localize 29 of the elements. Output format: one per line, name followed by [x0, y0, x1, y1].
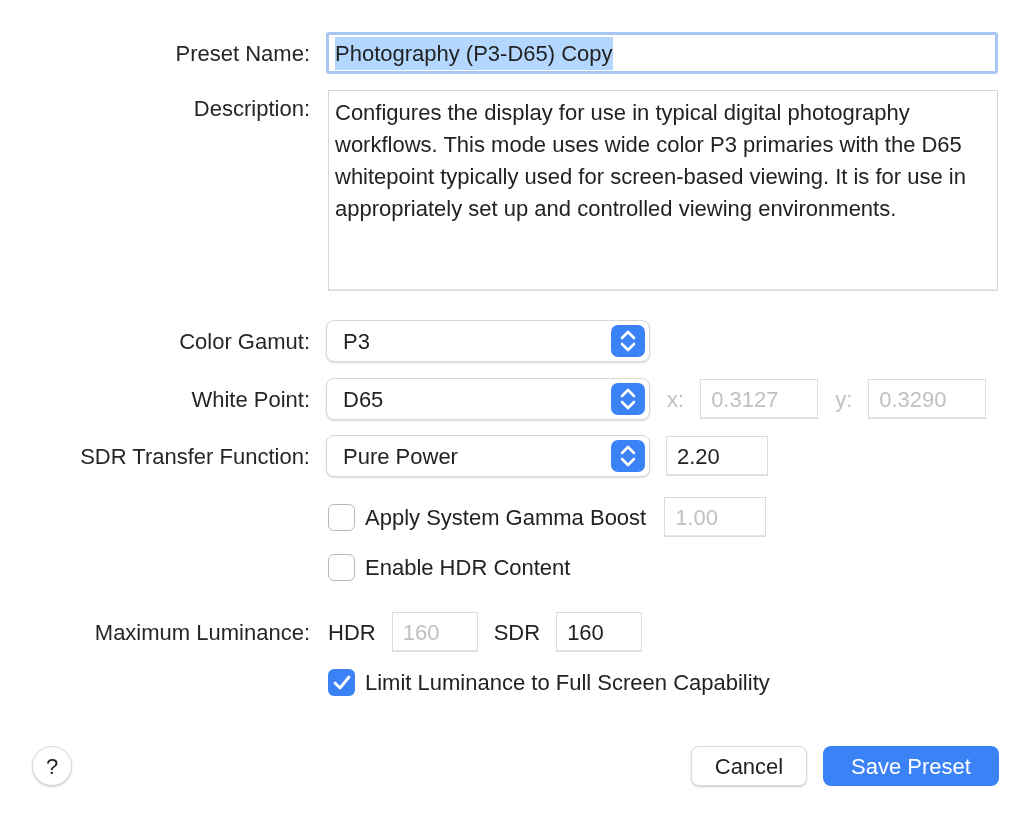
checkbox-label: Enable HDR Content — [365, 554, 571, 582]
field-label: Color Gamut: — [179, 327, 310, 356]
help-button[interactable]: ? — [32, 746, 72, 786]
checkbox[interactable] — [328, 554, 355, 581]
cancel-button[interactable]: Cancel — [691, 746, 807, 786]
field-label: SDR Transfer Function: — [80, 442, 310, 471]
stepper-icon — [611, 325, 645, 357]
coordinate-label: x: — [667, 385, 685, 414]
popup-menu[interactable]: Pure Power — [326, 435, 650, 477]
popup-menu[interactable]: P3 — [326, 320, 650, 362]
description-textarea[interactable]: Configures the display for use in typical digital photography workflows. This mode uses wide color P3 primaries with the D65 whitepoint typically used for screen-based viewing. It is for use in appropriately set up and controlled viewing environments. — [328, 90, 998, 291]
input-field[interactable]: 2.20 — [666, 436, 768, 476]
input-field[interactable]: Photography (P3-D65) Copy — [326, 32, 998, 74]
input-field[interactable]: 160 — [556, 612, 643, 652]
field-label: SDR — [493, 618, 541, 647]
checkbox[interactable] — [328, 669, 355, 696]
checkbox-label: Apply System Gamma Boost — [365, 503, 647, 532]
field-label: HDR — [328, 618, 376, 647]
coordinate-label: y: — [835, 385, 853, 414]
field-label: Description: — [193, 95, 310, 123]
field-label: Maximum Luminance: — [94, 618, 310, 647]
stepper-icon — [611, 440, 645, 472]
field-value: Photography (P3-D65) Copy — [335, 36, 613, 70]
checkbox-label: Limit Luminance to Full Screen Capability — [365, 669, 770, 697]
field-label: Preset Name: — [175, 39, 310, 68]
save-button[interactable]: Save Preset — [823, 746, 999, 786]
stepper-icon — [611, 383, 645, 415]
checkmark-icon — [332, 674, 351, 691]
field-label: White Point: — [191, 385, 310, 414]
